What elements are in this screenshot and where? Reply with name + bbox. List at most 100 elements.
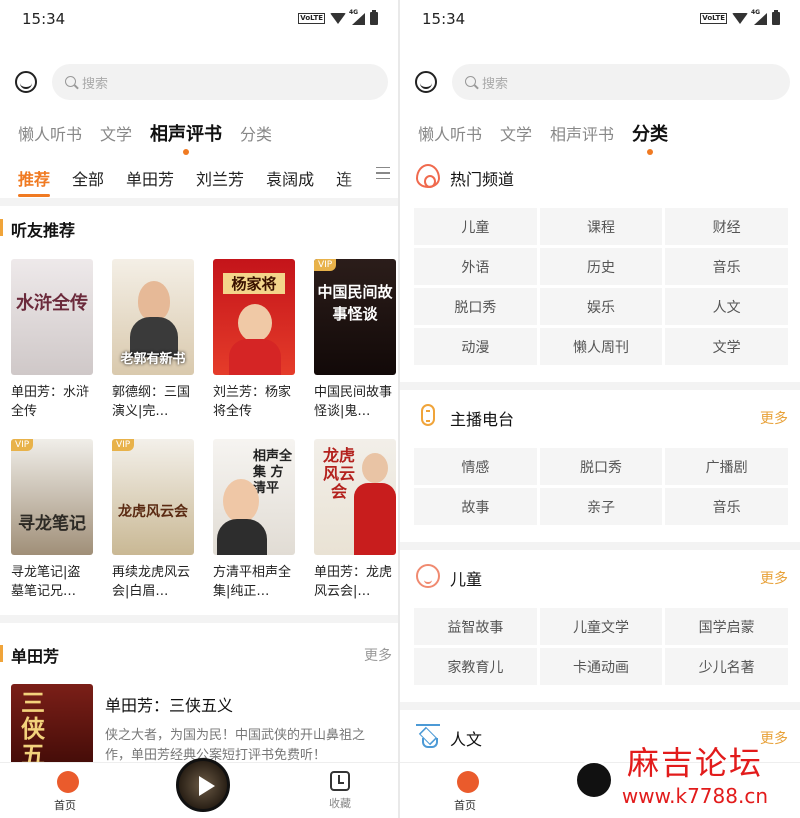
tab-crosstalk[interactable]: 相声评书	[150, 120, 222, 155]
microphone-icon	[421, 404, 435, 426]
tab-literature[interactable]: 文学	[500, 121, 532, 145]
category-item[interactable]: 外语	[414, 248, 537, 285]
book-card[interactable]: 老郭有新书 郭德纲：三国演义|完…	[112, 259, 194, 423]
subtab-recommend[interactable]: 推荐	[18, 166, 51, 197]
status-time: 15:34	[22, 10, 66, 28]
vip-badge: VIP	[112, 439, 135, 451]
divider	[0, 615, 398, 623]
book-title: 刘兰芳：杨家将全传	[213, 385, 292, 419]
home-icon	[457, 771, 479, 793]
category-grid: 情感 脱口秀 广播剧 故事 亲子 音乐	[414, 448, 788, 525]
status-time: 15:34	[422, 10, 466, 28]
smiley-profile-icon[interactable]	[415, 71, 437, 93]
category-item[interactable]: 儿童	[414, 208, 537, 245]
category-item[interactable]: 课程	[539, 208, 663, 245]
section-hot-channels: 热门频道	[400, 160, 800, 196]
category-item[interactable]: 家教育儿	[414, 648, 537, 685]
now-playing-button[interactable]	[574, 760, 614, 800]
category-item[interactable]: 动漫	[414, 328, 537, 365]
book-card[interactable]: 龙虎风云会 单田芳：龙虎风云会|…	[314, 439, 396, 603]
cell-signal-icon: 4G	[751, 9, 767, 25]
category-item[interactable]: 亲子	[539, 488, 663, 525]
fire-icon	[416, 164, 440, 188]
nav-home[interactable]: 首页	[454, 771, 482, 813]
section-anchor-radio: 主播电台 更多	[400, 400, 800, 436]
category-item[interactable]: 人文	[665, 288, 788, 325]
menu-icon[interactable]	[376, 167, 390, 179]
category-item[interactable]: 情感	[414, 448, 537, 485]
tab-category[interactable]: 分类	[632, 120, 668, 155]
book-cover: 龙虎风云会	[314, 439, 396, 555]
cell-signal-icon: 4G	[349, 9, 365, 25]
watermark: 麻吉论坛 www.k7788.cn	[622, 738, 768, 808]
main-tabs: 懒人听书 文学 相声评书 分类	[418, 120, 800, 155]
home-icon	[57, 771, 79, 793]
tab-literature[interactable]: 文学	[100, 121, 132, 145]
wifi-icon	[330, 13, 346, 24]
tab-category[interactable]: 分类	[240, 121, 272, 145]
play-icon	[199, 776, 215, 796]
book-card[interactable]: VIP 龙虎风云会 再续龙虎风云会|白眉…	[112, 439, 194, 603]
baby-face-icon	[416, 564, 440, 588]
book-cover: 三侠五	[11, 684, 93, 774]
book-title: 单田芳：龙虎风云会|…	[314, 565, 393, 599]
book-cover: 杨家将	[213, 259, 295, 375]
category-item[interactable]: 广播剧	[665, 448, 788, 485]
section-title: 听友推荐	[11, 221, 76, 240]
book-card[interactable]: 相声全集 方清平 方清平相声全集|纯正…	[213, 439, 295, 603]
category-item[interactable]: 文学	[665, 328, 788, 365]
smiley-profile-icon[interactable]	[15, 71, 37, 93]
tab-crosstalk[interactable]: 相声评书	[550, 121, 614, 145]
book-card[interactable]: VIP 寻龙笔记 寻龙笔记|盗墓笔记兄…	[11, 439, 93, 603]
category-item[interactable]: 娱乐	[539, 288, 663, 325]
subtab-liu-lanfang[interactable]: 刘兰芳	[196, 166, 244, 190]
tab-lazy-books[interactable]: 懒人听书	[418, 121, 482, 145]
subtab-yuan-kuocheng[interactable]: 袁阔成	[266, 166, 314, 190]
category-item[interactable]: 少儿名著	[665, 648, 788, 685]
category-item[interactable]: 国学启蒙	[665, 608, 788, 645]
search-bar[interactable]: 搜索	[52, 64, 388, 100]
category-item[interactable]: 卡通动画	[539, 648, 663, 685]
volte-icon: VoLTE	[298, 13, 325, 24]
category-item[interactable]: 财经	[665, 208, 788, 245]
more-link[interactable]: 更多	[364, 645, 392, 665]
nav-home[interactable]: 首页	[54, 771, 82, 813]
book-title: 方清平相声全集|纯正…	[213, 565, 292, 599]
search-placeholder: 搜索	[482, 77, 509, 92]
category-item[interactable]: 历史	[539, 248, 663, 285]
book-title: 单田芳：水浒全传	[11, 385, 90, 419]
book-card[interactable]: 杨家将 刘兰芳：杨家将全传	[213, 259, 295, 423]
category-item[interactable]: 脱口秀	[414, 288, 537, 325]
category-item[interactable]: 故事	[414, 488, 537, 525]
divider	[400, 382, 800, 390]
tab-lazy-books[interactable]: 懒人听书	[18, 121, 82, 145]
nav-favorites[interactable]: 收藏	[323, 771, 357, 811]
more-link[interactable]: 更多	[760, 408, 788, 428]
book-cover: VIP 龙虎风云会	[112, 439, 194, 555]
divider	[0, 198, 398, 206]
search-bar[interactable]: 搜索	[452, 64, 790, 100]
book-cover: VIP 中国民间故事怪谈	[314, 259, 396, 375]
book-cover: 水浒全传	[11, 259, 93, 375]
category-item[interactable]: 脱口秀	[539, 448, 663, 485]
section-title: 单田芳	[11, 647, 60, 666]
category-item[interactable]: 懒人周刊	[539, 328, 663, 365]
category-item[interactable]: 益智故事	[414, 608, 537, 645]
book-grid: 水浒全传 单田芳：水浒全传 老郭有新书 郭德纲：三国演义|完… 杨家将 刘兰芳：…	[11, 259, 398, 603]
divider	[400, 542, 800, 550]
category-item[interactable]: 音乐	[665, 488, 788, 525]
category-item[interactable]: 儿童文学	[539, 608, 663, 645]
book-title: 郭德纲：三国演义|完…	[112, 385, 191, 419]
category-item[interactable]: 音乐	[665, 248, 788, 285]
section-header-shan-tianfang: 单田芳 更多	[0, 641, 398, 667]
book-card[interactable]: VIP 中国民间故事怪谈 中国民间故事怪谈|鬼…	[314, 259, 396, 423]
now-playing-button[interactable]	[176, 758, 230, 812]
section-title: 人文	[450, 730, 483, 749]
subtab-shan-tianfang[interactable]: 单田芳	[126, 166, 174, 190]
book-card[interactable]: 水浒全传 单田芳：水浒全传	[11, 259, 93, 423]
more-link[interactable]: 更多	[760, 568, 788, 588]
wifi-icon	[732, 13, 748, 24]
graduation-cap-icon	[416, 724, 440, 748]
subtab-all[interactable]: 全部	[72, 166, 104, 190]
search-placeholder: 搜索	[82, 77, 109, 92]
